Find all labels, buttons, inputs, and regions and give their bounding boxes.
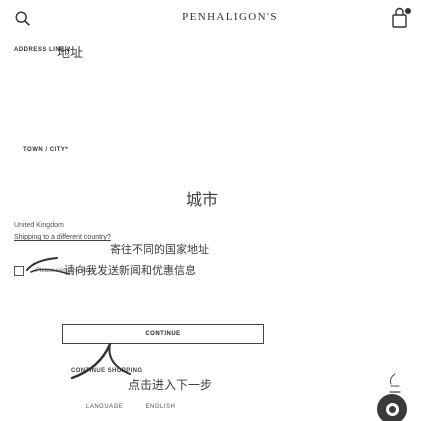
chat-button[interactable] bbox=[377, 394, 407, 421]
search-icon[interactable] bbox=[14, 10, 32, 28]
language-label: LANGUAGE bbox=[86, 404, 124, 410]
chat-icon bbox=[385, 402, 399, 416]
town-overlay-annotation: 城市 bbox=[185, 190, 219, 209]
news-overlay-annotation: 请向我发送新闻和优惠信息 bbox=[64, 264, 196, 277]
shipping-country-link[interactable]: Shipping to a different country? bbox=[14, 234, 111, 241]
town-city-label: TOWN / CITY* bbox=[23, 147, 69, 153]
shopping-bag-icon[interactable] bbox=[390, 6, 414, 30]
country-overlay-annotation: 寄往不同的国家地址 bbox=[110, 243, 209, 256]
news-checkbox[interactable] bbox=[14, 266, 24, 276]
language-english[interactable]: ENGLISH bbox=[146, 404, 176, 410]
header: PENHALIGON'S bbox=[0, 0, 444, 40]
address-overlay-annotation: 地址 bbox=[57, 46, 84, 61]
next-step-overlay-annotation: 点击进入下一步 bbox=[127, 378, 213, 392]
footer-language: LANGUAGE ENGLISH bbox=[86, 404, 195, 410]
brand-logo[interactable]: PENHALIGON'S bbox=[100, 11, 360, 23]
country-value: United Kingdom bbox=[14, 222, 64, 229]
